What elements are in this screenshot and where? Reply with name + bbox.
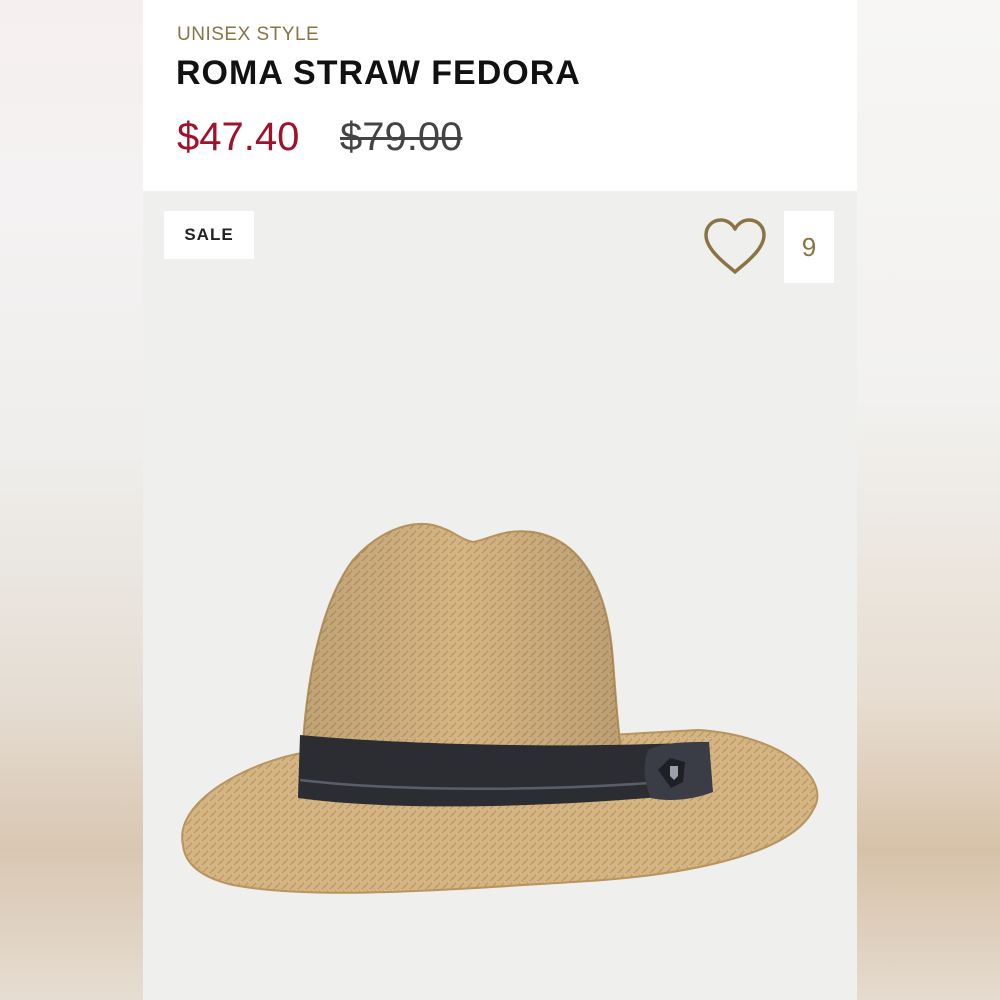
left-backdrop	[0, 0, 143, 1000]
heart-icon[interactable]	[702, 217, 768, 277]
sale-badge: SALE	[164, 211, 254, 259]
product-card: UNISEX STYLE ROMA STRAW FEDORA $47.40 $7…	[143, 0, 857, 1000]
sale-price: $47.40	[177, 115, 300, 159]
product-image[interactable]	[143, 480, 857, 1000]
original-price: $79.00	[340, 115, 463, 159]
product-header: UNISEX STYLE ROMA STRAW FEDORA $47.40 $7…	[143, 0, 857, 191]
product-title[interactable]: ROMA STRAW FEDORA	[176, 54, 581, 93]
right-backdrop	[857, 0, 1000, 1000]
favorite-count: 9	[784, 211, 834, 283]
product-category: UNISEX STYLE	[177, 24, 320, 45]
